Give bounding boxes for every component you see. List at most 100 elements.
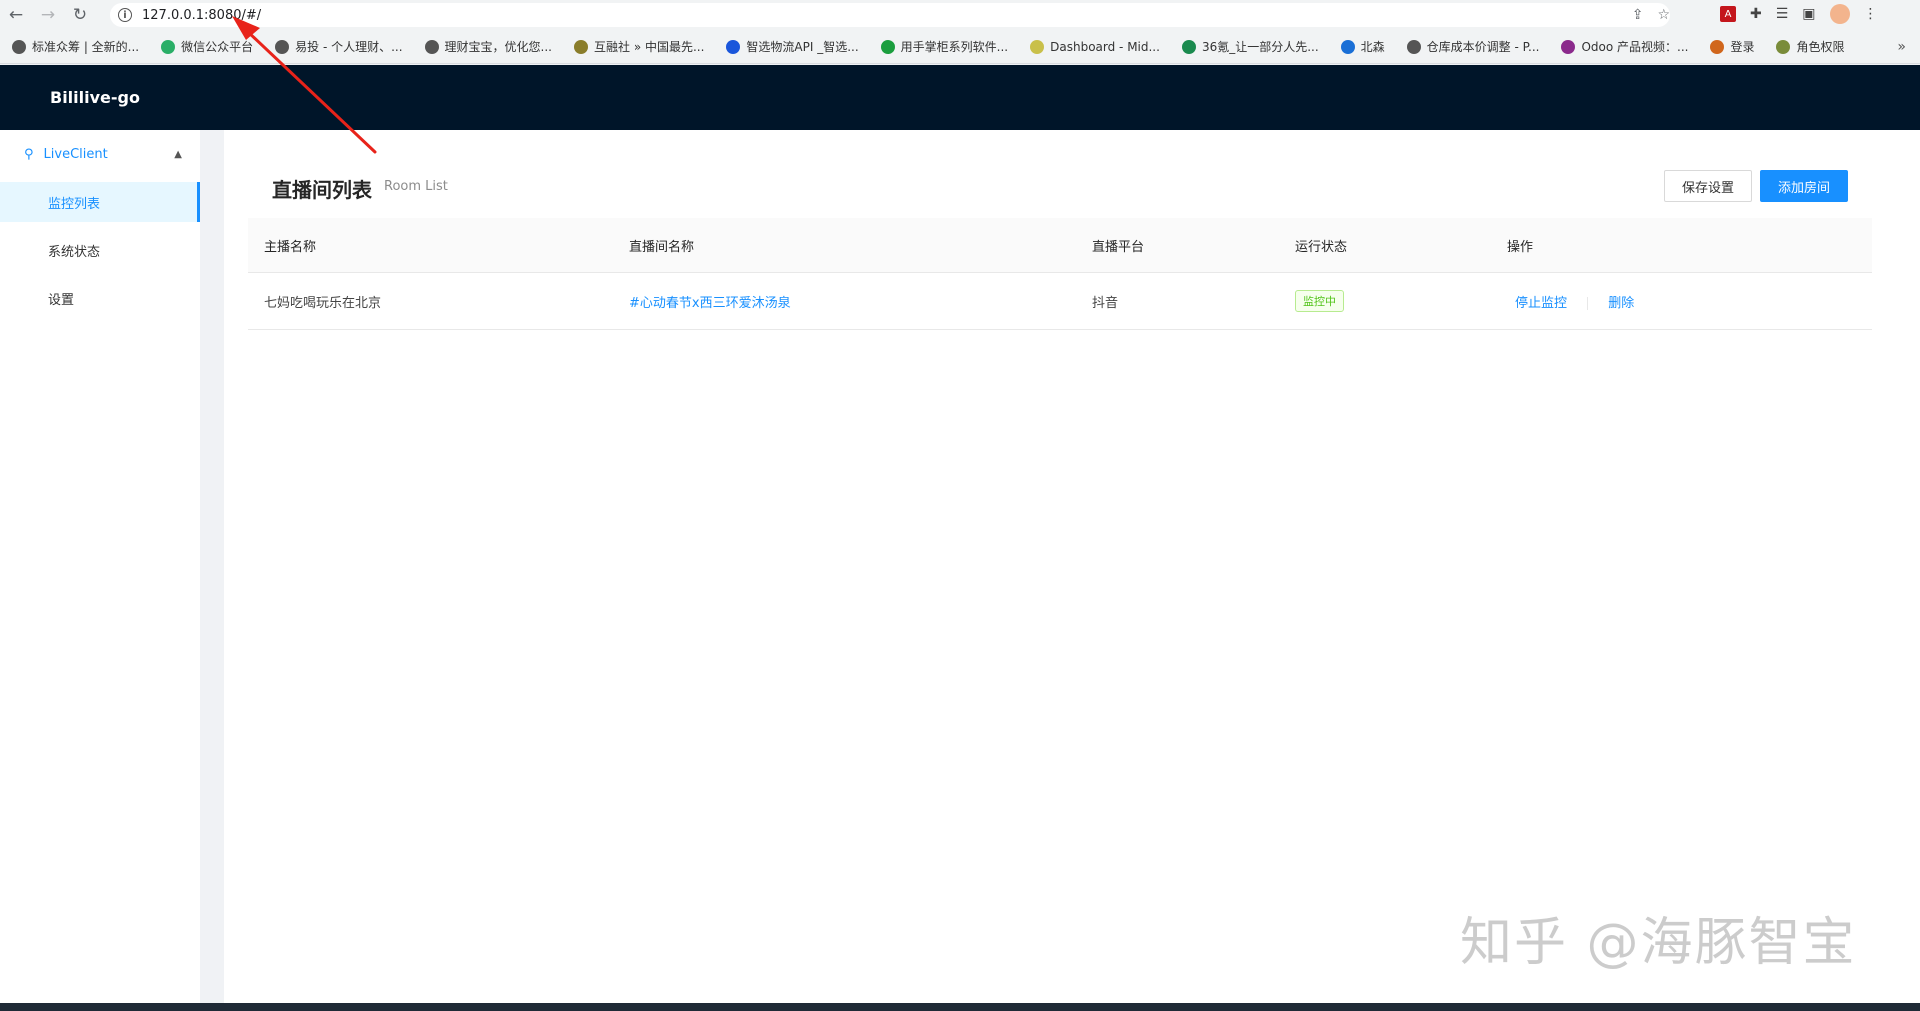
bookmark-item[interactable]: 互融社 » 中国最先... [574, 38, 704, 55]
bookmark-label: 标准众筹 | 全新的... [32, 40, 140, 54]
pdf-extension-icon[interactable]: A [1720, 6, 1736, 22]
bookmark-item[interactable]: 用手掌柜系列软件... [880, 38, 1009, 55]
bookmark-label: 北森 [1360, 40, 1385, 54]
sidebar-group-liveclient[interactable]: ⚲ LiveClient ▲ [0, 130, 200, 178]
save-settings-button[interactable]: 保存设置 [1664, 170, 1752, 202]
url-text[interactable]: 127.0.0.1:8080/#/ [142, 8, 261, 23]
stop-monitor-link[interactable]: 停止监控 [1515, 296, 1567, 311]
chevron-up-icon: ▲ [174, 148, 182, 160]
bookmark-item[interactable]: 理财宝宝，优化您... [424, 38, 552, 55]
forward-icon[interactable]: → [32, 0, 64, 30]
sidebar-group-label: LiveClient [43, 146, 108, 162]
omnibox-actions: ⇪ ☆ [1632, 7, 1670, 23]
bookmark-favicon-icon [424, 39, 439, 54]
bookmark-label: 仓库成本价调整 - P... [1426, 40, 1540, 54]
bookmark-favicon-icon [574, 39, 588, 54]
browser-toolbar: ← → ↻ i 127.0.0.1:8080/#/ ⇪ ☆ A ✚ ☰ ▣ ⋮ [0, 0, 1920, 30]
room-name-cell: #心动春节x西三环爱沐汤泉 [613, 272, 1076, 330]
bookmark-label: 互融社 » 中国最先... [594, 40, 705, 54]
sidebar-item-label: 设置 [48, 292, 75, 308]
app-header: Bililive-go [0, 65, 1920, 130]
status-cell: 监控中 [1279, 272, 1491, 330]
host-name-cell: 七妈吃喝玩乐在北京 [248, 272, 613, 330]
back-icon[interactable]: ← [0, 0, 32, 30]
browser-menu-icon[interactable]: ⋮ [1864, 6, 1878, 22]
column-header-platform: 直播平台 [1076, 218, 1279, 273]
sidebar-item-label: 系统状态 [48, 244, 101, 260]
bookmark-favicon-icon [880, 39, 895, 54]
status-badge: 监控中 [1295, 290, 1344, 312]
puzzle-extensions-icon[interactable]: ✚ [1750, 6, 1762, 22]
bookmark-favicon-icon [161, 39, 176, 54]
sidebar: ⚲ LiveClient ▲ 监控列表 系统状态 设置 [0, 130, 200, 1006]
sidebar-item-label: 监控列表 [48, 196, 101, 212]
address-bar[interactable]: i 127.0.0.1:8080/#/ ⇪ ☆ [110, 3, 1670, 27]
page-header: 直播间列表 Room List 保存设置 添加房间 [224, 130, 1920, 220]
main-content: 直播间列表 Room List 保存设置 添加房间 主播名称 直播间名称 直播平… [224, 130, 1920, 1006]
column-header-host: 主播名称 [248, 218, 613, 273]
bookmark-item[interactable]: 角色权限 [1776, 38, 1845, 55]
bookmark-item[interactable]: 智选物流API _智选... [726, 38, 859, 55]
bookmark-item[interactable]: 登录 [1710, 38, 1754, 55]
sidebar-item-system-status[interactable]: 系统状态 [0, 230, 200, 270]
os-taskbar [0, 1003, 1920, 1011]
actions-cell: 停止监控 删除 [1491, 272, 1872, 330]
sidebar-item-settings[interactable]: 设置 [0, 278, 200, 318]
bookmark-label: Odoo 产品视频：... [1581, 40, 1689, 54]
bookmark-favicon-icon [1406, 39, 1421, 54]
bookmark-favicon-icon [1710, 39, 1725, 54]
page-title: 直播间列表 [272, 178, 372, 202]
delete-link[interactable]: 删除 [1608, 296, 1634, 311]
bookmark-label: 用手掌柜系列软件... [900, 40, 1009, 54]
more-bookmarks-icon[interactable]: » [1897, 39, 1906, 55]
bookmark-favicon-icon [12, 39, 26, 54]
bookmark-label: Dashboard - Mid... [1050, 39, 1160, 54]
bookmark-label: 角色权限 [1796, 40, 1845, 54]
add-room-button[interactable]: 添加房间 [1760, 170, 1848, 202]
key-icon: ⚲ [24, 146, 34, 162]
table-row: 七妈吃喝玩乐在北京 #心动春节x西三环爱沐汤泉 抖音 监控中 停止监控 删除 [248, 272, 1872, 330]
table-header-row: 主播名称 直播间名称 直播平台 运行状态 操作 [248, 218, 1872, 273]
bookmark-favicon-icon [1776, 39, 1791, 54]
column-header-room: 直播间名称 [613, 218, 1076, 273]
bookmark-list: 标准众筹 | 全新的... 微信公众平台 易投 - 个人理财、... 理财宝宝，优化您… [12, 38, 1867, 55]
bookmark-label: 易投 - 个人理财、... [295, 40, 403, 54]
bookmark-label: 微信公众平台 [181, 40, 254, 54]
sidebar-item-monitor-list[interactable]: 监控列表 [0, 182, 200, 222]
bookmark-star-icon[interactable]: ☆ [1657, 7, 1670, 23]
bookmark-favicon-icon [1030, 39, 1045, 54]
bookmark-item[interactable]: Dashboard - Mid... [1030, 38, 1160, 55]
watermark: 知乎 @海豚智宝 [1460, 913, 1857, 973]
bookmark-item[interactable]: 微信公众平台 [161, 38, 253, 55]
bookmark-item[interactable]: 36氪_让一部分人先... [1181, 38, 1319, 55]
bookmark-item[interactable]: 标准众筹 | 全新的... [12, 38, 139, 55]
bookmark-label: 智选物流API _智选... [746, 40, 859, 54]
site-info-icon[interactable]: i [118, 8, 132, 22]
bookmarks-bar: 标准众筹 | 全新的... 微信公众平台 易投 - 个人理财、... 理财宝宝，优化您… [0, 30, 1920, 64]
column-header-actions: 操作 [1491, 218, 1872, 273]
bookmark-favicon-icon [1181, 39, 1196, 54]
bookmark-item[interactable]: 北森 [1340, 38, 1385, 55]
bookmark-item[interactable]: 易投 - 个人理财、... [275, 38, 403, 55]
reload-icon[interactable]: ↻ [64, 0, 96, 30]
bookmark-label: 登录 [1730, 40, 1755, 54]
bookmark-item[interactable]: Odoo 产品视频：... [1561, 38, 1688, 55]
bookmark-label: 36氪_让一部分人先... [1201, 40, 1319, 54]
app-title[interactable]: Bililive-go [50, 88, 140, 107]
bookmark-favicon-icon [1561, 39, 1576, 54]
action-divider [1587, 296, 1589, 310]
room-table: 主播名称 直播间名称 直播平台 运行状态 操作 七妈吃喝玩乐在北京 #心动春节x… [248, 218, 1872, 330]
platform-cell: 抖音 [1076, 272, 1279, 330]
share-icon[interactable]: ⇪ [1632, 7, 1644, 23]
bookmark-favicon-icon [726, 39, 741, 54]
bookmark-favicon-icon [1340, 39, 1355, 54]
page-subtitle: Room List [384, 179, 448, 194]
room-name-link[interactable]: #心动春节x西三环爱沐汤泉 [629, 296, 791, 311]
bookmark-favicon-icon [275, 39, 290, 54]
bookmark-item[interactable]: 仓库成本价调整 - P... [1406, 38, 1540, 55]
side-panel-icon[interactable]: ▣ [1802, 6, 1815, 22]
extensions-bar: A ✚ ☰ ▣ ⋮ [1720, 4, 1878, 24]
reading-list-icon[interactable]: ☰ [1776, 6, 1789, 22]
bookmark-label: 理财宝宝，优化您... [444, 40, 552, 54]
profile-avatar[interactable] [1829, 4, 1850, 24]
